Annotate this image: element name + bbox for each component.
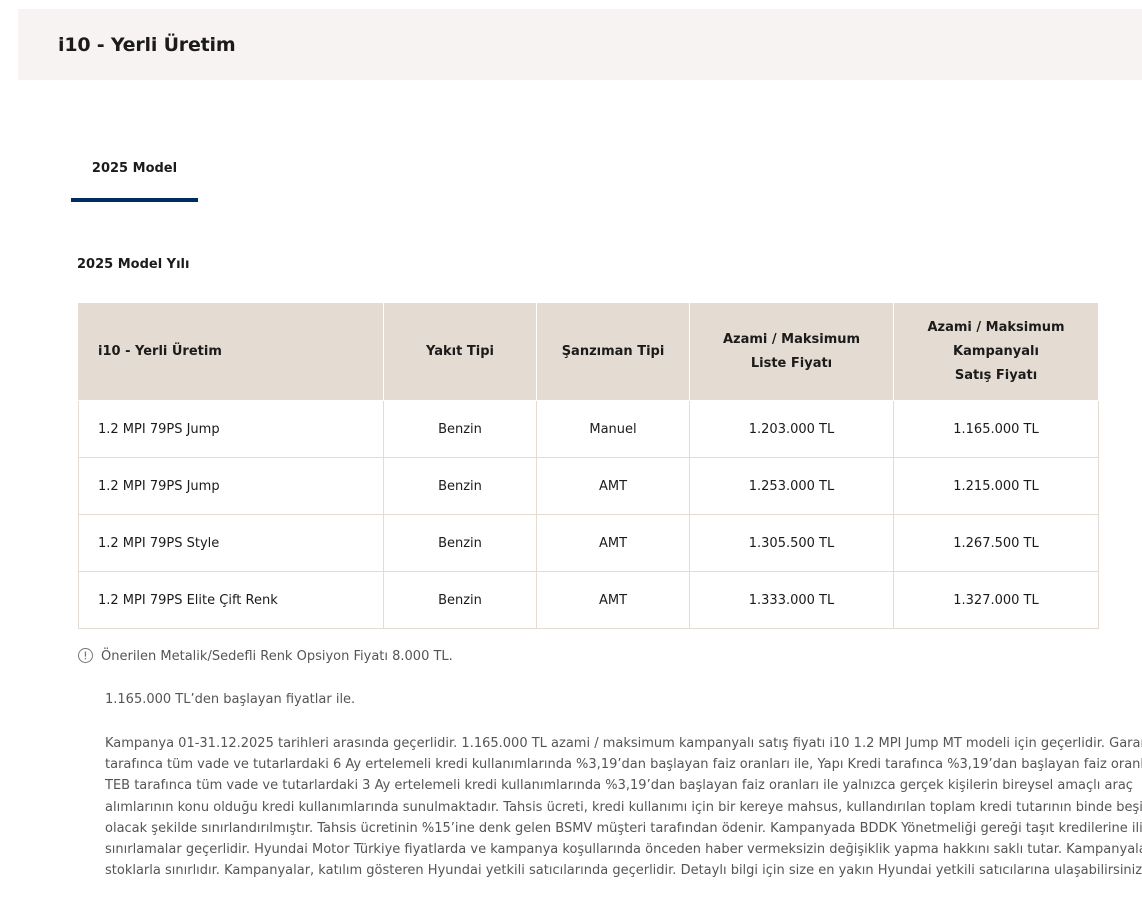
header-model: i10 - Yerli Üretim xyxy=(78,302,384,401)
cell-list-price: 1.333.000 TL xyxy=(689,571,894,629)
cell-list-price: 1.203.000 TL xyxy=(689,400,894,458)
header-transmission-type: Şanzıman Tipi xyxy=(536,302,690,401)
page-title: i10 - Yerli Üretim xyxy=(58,34,236,56)
cell-fuel: Benzin xyxy=(383,400,537,458)
tab-2025-model[interactable]: 2025 Model xyxy=(71,150,198,202)
cell-model: 1.2 MPI 79PS Elite Çift Renk xyxy=(78,571,384,629)
table-header-row: i10 - Yerli Üretim Yakıt Tipi Şanzıman T… xyxy=(78,302,1099,401)
cell-model: 1.2 MPI 79PS Jump xyxy=(78,400,384,458)
header-campaign-price: Azami / Maksimum Kampanyalı Satış Fiyatı xyxy=(893,302,1099,401)
cell-transmission: AMT xyxy=(536,514,690,572)
cell-fuel: Benzin xyxy=(383,571,537,629)
campaign-line: alımlarının konu olduğu kredi kullanımla… xyxy=(105,799,1142,815)
cell-list-price: 1.253.000 TL xyxy=(689,457,894,515)
campaign-line: TEB tarafınca tüm vade ve tutarlardaki 3… xyxy=(105,778,1133,794)
cell-campaign-price: 1.165.000 TL xyxy=(893,400,1099,458)
campaign-line: sınırlamalar geçerlidir. Hyundai Motor T… xyxy=(105,842,1142,858)
cell-fuel: Benzin xyxy=(383,514,537,572)
cell-model: 1.2 MPI 79PS Jump xyxy=(78,457,384,515)
campaign-line: olacak şekilde sınırlandırılmıştır. Tahs… xyxy=(105,820,1142,836)
notice-text: Önerilen Metalik/Sedefli Renk Opsiyon Fi… xyxy=(101,649,453,664)
cell-transmission: AMT xyxy=(536,571,690,629)
campaign-line: stoklarla sınırlıdır. Kampanyalar, katıl… xyxy=(105,863,1142,879)
cell-campaign-price: 1.215.000 TL xyxy=(893,457,1099,515)
table-row: 1.2 MPI 79PS Style Benzin AMT 1.305.500 … xyxy=(78,514,1099,572)
campaign-terms: Kampanya 01-31.12.2025 tarihleri arasınd… xyxy=(105,733,1142,881)
cell-fuel: Benzin xyxy=(383,457,537,515)
cell-campaign-price: 1.327.000 TL xyxy=(893,571,1099,629)
cell-transmission: Manuel xyxy=(536,400,690,458)
info-icon xyxy=(78,648,93,663)
color-option-notice: Önerilen Metalik/Sedefli Renk Opsiyon Fi… xyxy=(78,648,453,664)
header-list-price: Azami / Maksimum Liste Fiyatı xyxy=(689,302,894,401)
section-title: 2025 Model Yılı xyxy=(77,257,190,272)
price-table: i10 - Yerli Üretim Yakıt Tipi Şanzıman T… xyxy=(78,302,1099,629)
campaign-line: Kampanya 01-31.12.2025 tarihleri arasınd… xyxy=(105,736,1142,751)
cell-campaign-price: 1.267.500 TL xyxy=(893,514,1099,572)
cell-transmission: AMT xyxy=(536,457,690,515)
cell-model: 1.2 MPI 79PS Style xyxy=(78,514,384,572)
table-row: 1.2 MPI 79PS Elite Çift Renk Benzin AMT … xyxy=(78,571,1099,629)
page: i10 - Yerli Üretim 2025 Model 2025 Model… xyxy=(0,0,1142,897)
start-price-text: 1.165.000 TL’den başlayan fiyatlar ile. xyxy=(105,692,356,707)
campaign-line: tarafınca tüm vade ve tutarlardaki 6 Ay … xyxy=(105,757,1142,773)
header-fuel-type: Yakıt Tipi xyxy=(383,302,537,401)
cell-list-price: 1.305.500 TL xyxy=(689,514,894,572)
header-bar: i10 - Yerli Üretim xyxy=(18,9,1142,80)
table-row: 1.2 MPI 79PS Jump Benzin Manuel 1.203.00… xyxy=(78,400,1099,458)
table-row: 1.2 MPI 79PS Jump Benzin AMT 1.253.000 T… xyxy=(78,457,1099,515)
